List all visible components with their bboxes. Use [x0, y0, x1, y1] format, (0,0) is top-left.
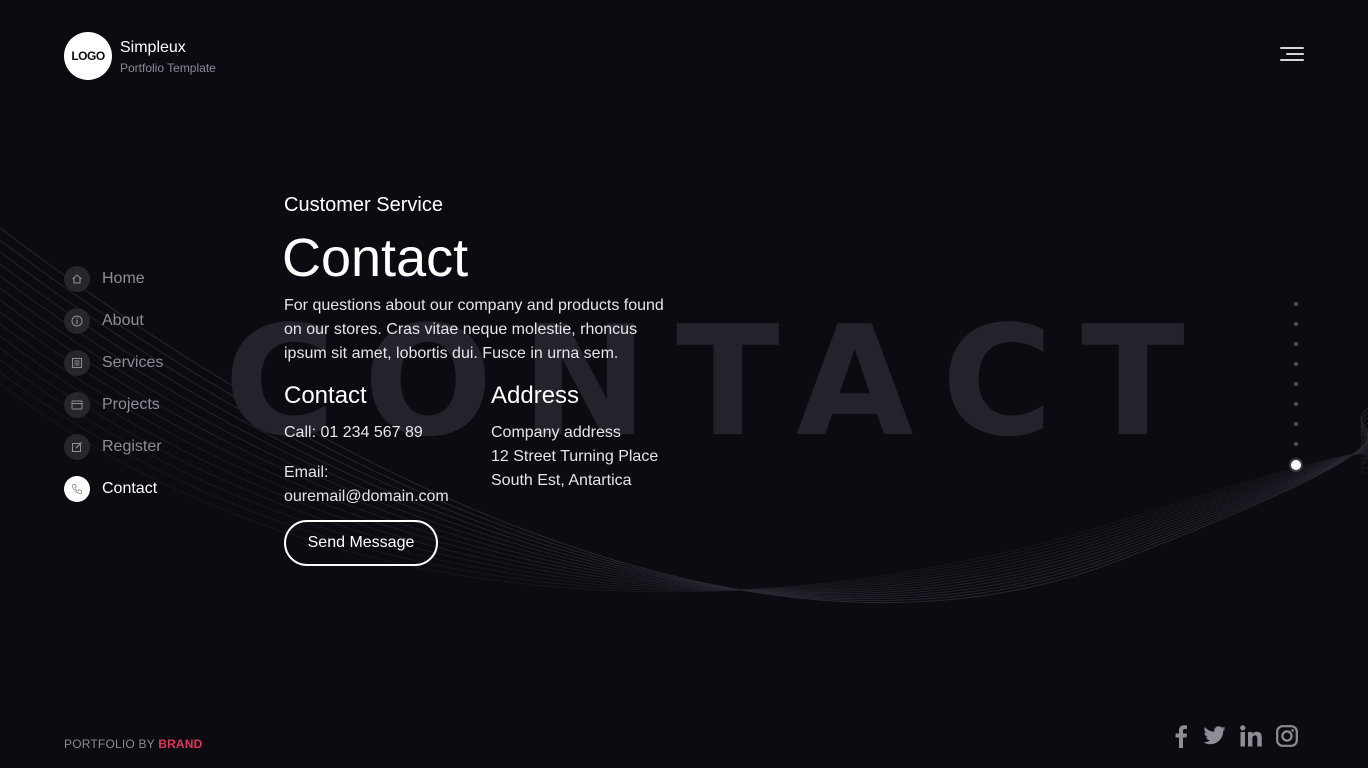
social-links	[1174, 724, 1298, 748]
nav-label: About	[102, 312, 144, 329]
nav-item-home[interactable]: Home	[64, 266, 163, 292]
pager-dot[interactable]	[1289, 400, 1303, 420]
footer-brand[interactable]: BRAND	[158, 737, 202, 751]
nav-label: Services	[102, 354, 164, 371]
pager-dot[interactable]	[1289, 340, 1303, 360]
nav-item-projects[interactable]: Projects	[64, 392, 163, 418]
edit-icon	[64, 434, 90, 460]
pager-dot[interactable]	[1289, 440, 1303, 460]
brand-name: Simpleux	[120, 39, 186, 56]
brand-subtitle: Portfolio Template	[120, 61, 216, 75]
nav-label: Contact	[102, 480, 158, 497]
address-line: Company address	[491, 424, 621, 441]
nav-label: Projects	[102, 396, 160, 413]
twitter-icon[interactable]	[1202, 726, 1226, 746]
address-line: South Est, Antartica	[491, 472, 632, 489]
instagram-icon[interactable]	[1276, 725, 1298, 747]
info-icon	[64, 308, 90, 334]
linkedin-icon[interactable]	[1240, 725, 1262, 747]
footer-prefix: PORTFOLIO BY	[64, 737, 155, 751]
address-column: Address Company address 12 Street Turnin…	[491, 380, 658, 493]
nav-item-about[interactable]: About	[64, 308, 163, 334]
intro-paragraph: For questions about our company and prod…	[284, 297, 664, 362]
section-pager	[1289, 300, 1303, 460]
page-title: Contact	[282, 228, 469, 288]
side-navigation: Home About Services Projects Register Co…	[64, 266, 163, 518]
window-icon	[64, 392, 90, 418]
send-message-button[interactable]: Send Message	[284, 520, 438, 566]
nav-item-contact[interactable]: Contact	[64, 476, 163, 502]
hamburger-menu-icon[interactable]	[1278, 44, 1306, 64]
logo[interactable]: LOGO	[64, 32, 112, 80]
pager-dot[interactable]	[1289, 420, 1303, 440]
phone-number[interactable]: Call: 01 234 567 89	[284, 421, 449, 445]
nav-item-register[interactable]: Register	[64, 434, 163, 460]
nav-item-services[interactable]: Services	[64, 350, 163, 376]
contact-heading: Contact	[284, 382, 367, 409]
list-icon	[64, 350, 90, 376]
address-line: 12 Street Turning Place	[491, 448, 659, 465]
email-label: Email:	[284, 464, 329, 481]
email-address[interactable]: ouremail@domain.com	[284, 485, 449, 509]
nav-label: Home	[102, 270, 145, 287]
pager-dot[interactable]	[1289, 320, 1303, 340]
facebook-icon[interactable]	[1174, 724, 1188, 748]
footer-credit: PORTFOLIO BY BRAND	[64, 737, 203, 751]
section-eyebrow: Customer Service	[284, 194, 443, 216]
phone-icon	[64, 476, 90, 502]
pager-dot[interactable]	[1289, 360, 1303, 380]
home-icon	[64, 266, 90, 292]
contact-column: Contact Call: 01 234 567 89 Email: ourem…	[284, 380, 449, 509]
pager-dot[interactable]	[1289, 300, 1303, 320]
address-heading: Address	[491, 382, 580, 409]
pager-dot-active[interactable]	[1289, 458, 1303, 472]
nav-label: Register	[102, 438, 162, 455]
pager-dot[interactable]	[1289, 380, 1303, 400]
